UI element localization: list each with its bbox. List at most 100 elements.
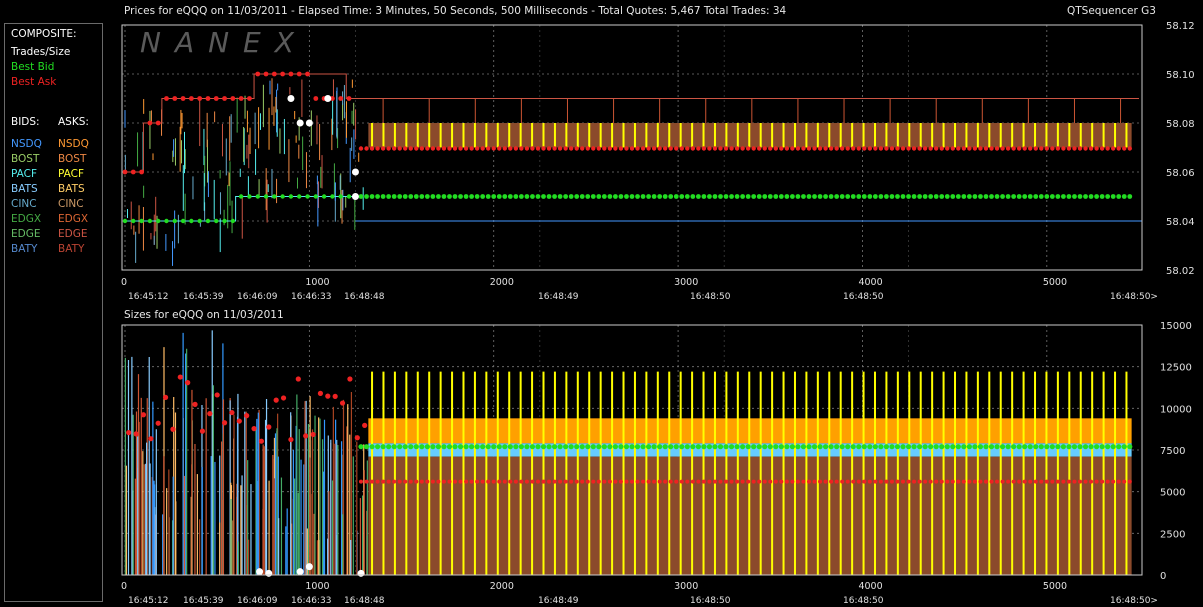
ask-size-marker <box>762 479 767 484</box>
best-bid-marker <box>712 194 718 199</box>
trade-size-marker <box>256 568 264 576</box>
ask-size-marker <box>751 479 756 484</box>
best-ask-marker <box>280 71 286 77</box>
best-bid-marker <box>878 194 884 199</box>
best-bid-marker <box>679 194 685 199</box>
best-bid-marker <box>546 194 552 199</box>
size-marker <box>140 412 147 418</box>
bid-size-marker <box>391 444 397 450</box>
best-ask-marker <box>690 146 696 151</box>
bid-size-marker <box>662 444 668 450</box>
ask-size-marker <box>928 479 933 484</box>
bid-size-marker <box>507 444 513 450</box>
best-bid-marker <box>568 194 574 199</box>
best-ask-marker <box>934 146 939 151</box>
bid-size-marker <box>845 444 851 450</box>
best-ask-marker <box>806 146 812 151</box>
trade-marker <box>351 168 359 176</box>
price-y-tick: 58.02 <box>1166 266 1195 277</box>
best-ask-marker <box>1116 146 1121 151</box>
bid-size-marker <box>817 444 823 450</box>
bid-size-marker <box>546 444 552 450</box>
price-time-label: 16:45:12 <box>128 292 168 302</box>
price-y-tick: 58.04 <box>1166 217 1195 228</box>
bid-size-marker <box>883 444 890 450</box>
best-ask-marker <box>1110 146 1116 151</box>
ask-size-marker <box>1122 479 1127 484</box>
best-bid-marker <box>961 194 967 199</box>
best-ask-marker <box>419 146 425 151</box>
best-bid-marker <box>247 194 252 199</box>
ask-size-marker <box>934 479 939 484</box>
ask-size-marker <box>1055 479 1060 484</box>
bid-size-marker <box>834 444 840 450</box>
bid-size-marker <box>419 444 425 450</box>
ask-size-marker <box>563 479 568 484</box>
best-bid-marker <box>906 194 911 199</box>
bid-size-marker <box>922 444 928 450</box>
ask-size-marker <box>829 479 834 484</box>
best-ask-marker <box>674 146 679 151</box>
best-bid-marker <box>729 194 734 199</box>
best-ask-marker <box>1011 146 1016 151</box>
ask-size-marker <box>547 479 552 484</box>
best-bid-marker <box>1055 194 1061 199</box>
ask-size-marker <box>430 479 435 484</box>
bid-size-marker <box>485 444 491 450</box>
bid-size-marker <box>939 444 945 450</box>
ask-size-marker <box>740 479 745 484</box>
size-time-label: 16:48:50 <box>843 596 884 606</box>
best-ask-marker <box>380 146 386 151</box>
best-bid-marker <box>579 194 585 199</box>
size-marker <box>362 422 368 428</box>
ask-size-marker <box>773 479 778 484</box>
bid-size-marker <box>961 444 967 450</box>
ask-size-marker <box>419 479 424 484</box>
best-bid-marker <box>1033 194 1039 199</box>
bid-size-marker <box>629 444 635 450</box>
ask-size-marker <box>585 479 590 484</box>
best-ask-marker <box>1061 146 1066 151</box>
ask-size-marker <box>630 479 634 484</box>
best-ask-marker <box>989 146 994 151</box>
bid-size-marker <box>745 444 751 450</box>
best-bid-marker <box>756 194 762 199</box>
bid-size-marker <box>1093 444 1100 450</box>
trade-size-marker <box>357 569 365 577</box>
best-ask-marker <box>651 146 657 151</box>
best-bid-marker <box>507 194 513 199</box>
best-bid-marker <box>1000 194 1005 199</box>
bid-size-marker <box>728 444 735 450</box>
best-ask-marker <box>122 169 128 175</box>
ask-size-marker <box>696 479 701 484</box>
best-bid-marker <box>391 194 397 199</box>
best-bid-marker <box>458 194 463 199</box>
size-marker <box>192 401 198 407</box>
best-ask-marker <box>557 146 563 151</box>
best-bid-marker <box>386 194 392 199</box>
size-time-label: 16:48:50> <box>1110 596 1158 606</box>
size-marker <box>133 431 139 437</box>
size-x-tick: 0 <box>121 581 127 592</box>
best-bid-marker <box>673 194 679 199</box>
size-y-tick: 5000 <box>1160 488 1185 499</box>
best-bid-marker <box>122 218 128 224</box>
ask-size-marker <box>1089 479 1094 484</box>
best-bid-marker <box>563 194 569 199</box>
best-bid-marker <box>436 194 441 199</box>
bid-size-marker <box>408 444 414 450</box>
best-ask-marker <box>139 169 144 175</box>
best-ask-marker <box>635 146 640 151</box>
best-ask-marker <box>591 146 596 151</box>
bid-size-marker <box>601 444 607 450</box>
best-ask-marker <box>718 146 723 151</box>
best-bid-marker <box>745 194 751 199</box>
nanex-watermark: NANEX <box>140 26 308 59</box>
bid-size-marker <box>828 444 834 450</box>
best-ask-marker <box>978 146 983 151</box>
best-bid-marker <box>618 194 624 199</box>
bid-size-marker <box>1049 444 1055 450</box>
best-bid-marker <box>518 194 524 199</box>
bid-size-marker <box>1121 444 1127 450</box>
best-bid-marker <box>607 194 613 199</box>
